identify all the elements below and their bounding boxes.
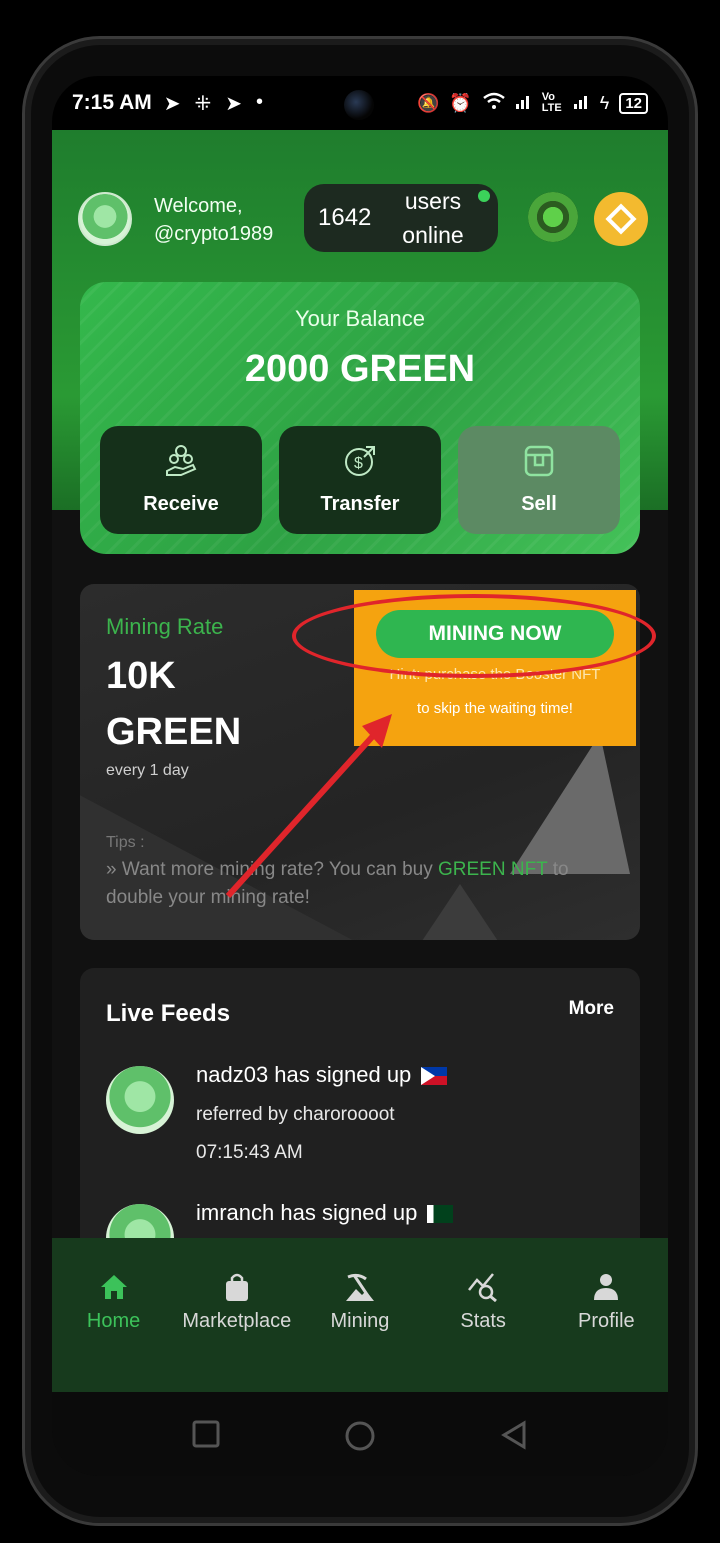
mute-icon: 🔕 bbox=[416, 92, 440, 113]
transfer-button[interactable]: $ Transfer bbox=[279, 426, 441, 534]
home-circle-icon[interactable] bbox=[344, 1420, 376, 1457]
online-label: users online bbox=[402, 188, 464, 248]
signal-icon bbox=[573, 93, 590, 114]
sell-button[interactable]: Sell bbox=[458, 426, 620, 534]
balance-card: Your Balance 2000 GREEN Receive $ Transf… bbox=[80, 282, 640, 554]
receive-button[interactable]: Receive bbox=[100, 426, 262, 534]
telegram-icon: ➤ bbox=[225, 92, 243, 115]
back-triangle-icon[interactable] bbox=[500, 1420, 528, 1455]
decorative-shape bbox=[510, 734, 630, 874]
nav-profile[interactable]: Profile bbox=[547, 1270, 665, 1333]
status-bar: 7:15 AM ➤ ⁜ ➤ • 🔕 ⏰ Vo LTE ϟ 12 bbox=[52, 76, 668, 130]
mining-period: every 1 day bbox=[106, 762, 189, 779]
feed-text: imranch has signed up bbox=[196, 1200, 418, 1225]
mining-icon bbox=[343, 1270, 377, 1304]
battery-indicator: 12 bbox=[619, 92, 648, 114]
more-link[interactable]: More bbox=[569, 998, 614, 1020]
signal-icon bbox=[515, 93, 532, 114]
welcome-text: Welcome, @crypto1989 bbox=[154, 192, 273, 248]
philippines-flag-icon bbox=[421, 1067, 448, 1086]
green-token-icon[interactable] bbox=[528, 192, 578, 242]
profile-icon bbox=[589, 1270, 623, 1304]
username: @crypto1989 bbox=[154, 223, 274, 245]
alarm-icon: ⏰ bbox=[449, 92, 472, 113]
nav-mining[interactable]: Mining bbox=[301, 1270, 419, 1333]
feed-item: nadz03 has signed up referred by charoro… bbox=[106, 1062, 616, 1182]
feed-time: 07:15:43 AM bbox=[196, 1142, 303, 1163]
front-camera bbox=[344, 90, 374, 120]
user-avatar[interactable] bbox=[78, 192, 132, 246]
nav-marketplace[interactable]: Marketplace bbox=[178, 1270, 296, 1333]
online-status-dot bbox=[478, 190, 490, 202]
annotation-arrow-icon bbox=[225, 714, 392, 899]
highlight-ellipse bbox=[292, 594, 656, 678]
dot-icon: • bbox=[256, 90, 264, 113]
wifi-icon bbox=[482, 92, 506, 115]
nav-stats[interactable]: Stats bbox=[424, 1270, 542, 1333]
users-online-badge: 1642 users online bbox=[304, 184, 498, 252]
nav-home[interactable]: Home bbox=[55, 1270, 173, 1333]
system-navigation-bar bbox=[52, 1392, 668, 1476]
store-icon bbox=[519, 441, 559, 481]
recent-apps-icon[interactable] bbox=[192, 1420, 220, 1453]
shopping-bag-icon bbox=[220, 1270, 254, 1304]
feed-text: nadz03 has signed up bbox=[196, 1062, 412, 1087]
svg-text:$: $ bbox=[354, 455, 363, 472]
telegram-icon: ➤ bbox=[163, 92, 181, 115]
balance-title: Your Balance bbox=[294, 306, 426, 331]
mining-rate-label: Mining Rate bbox=[106, 614, 224, 639]
charging-icon: ϟ bbox=[599, 92, 610, 113]
home-icon bbox=[97, 1270, 131, 1304]
status-time: 7:15 AM bbox=[72, 91, 152, 114]
green-nft-link[interactable]: GREEN NFT bbox=[438, 859, 547, 880]
coins-hand-icon bbox=[161, 441, 201, 481]
live-feeds-title: Live Feeds bbox=[106, 1000, 231, 1027]
tips-label: Tips : bbox=[106, 834, 145, 851]
grid-icon: ⁜ bbox=[194, 92, 212, 115]
binance-icon[interactable] bbox=[594, 192, 648, 246]
feed-referrer: referred by charoroooot bbox=[196, 1104, 395, 1125]
balance-value: 2000 GREEN bbox=[244, 348, 476, 390]
pakistan-flag-icon bbox=[427, 1205, 454, 1224]
dollar-transfer-icon: $ bbox=[340, 441, 380, 481]
online-count: 1642 bbox=[318, 204, 372, 231]
feed-avatar bbox=[106, 1066, 174, 1134]
volte-icon: Vo LTE bbox=[541, 91, 562, 114]
stats-icon bbox=[466, 1270, 500, 1304]
bottom-navigation: Home Marketplace Mining Stats Profile bbox=[52, 1238, 668, 1392]
